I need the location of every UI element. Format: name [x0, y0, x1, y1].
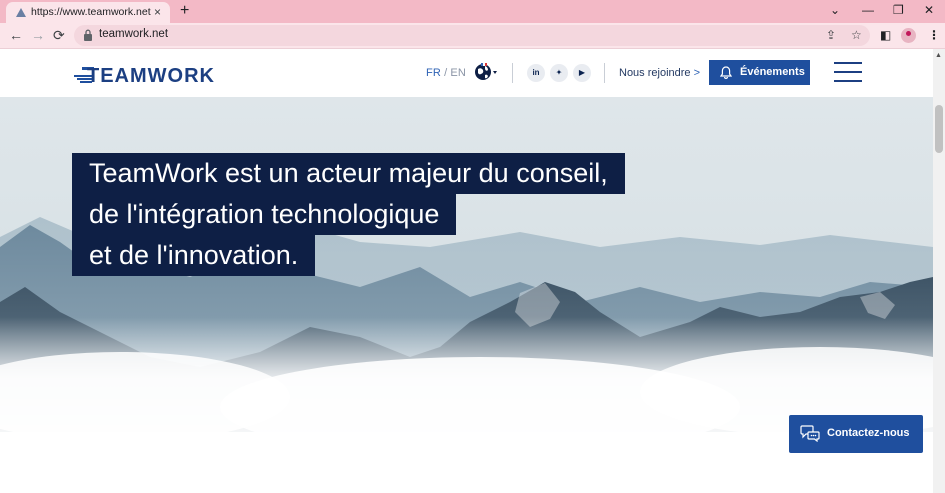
profile-avatar[interactable] [901, 28, 916, 43]
hero-section: TeamWork est un acteur majeur du conseil… [0, 97, 933, 493]
browser-toolbar: ← → ⟳ teamwork.net ⇪ ☆ ◧ ⋮ [0, 23, 945, 49]
tab-search-chevron-icon[interactable]: ⌄ [830, 3, 840, 17]
lock-icon [84, 29, 92, 41]
new-tab-button[interactable]: + [180, 2, 189, 20]
page-scrollbar[interactable]: ▲ [933, 49, 945, 493]
side-panel-icon[interactable]: ◧ [880, 27, 891, 43]
youtube-icon[interactable]: ▶ [573, 64, 591, 82]
share-icon[interactable]: ⇪ [826, 27, 836, 43]
header-divider [604, 63, 605, 83]
headline-line-2: de l'intégration technologique [72, 194, 457, 235]
bookmark-star-icon[interactable]: ☆ [851, 27, 862, 43]
close-window-button[interactable]: ✕ [924, 3, 934, 17]
back-button[interactable]: ← [9, 27, 23, 43]
hero-headline: TeamWork est un acteur majeur du conseil… [72, 153, 625, 276]
browser-tabstrip: https://www.teamwork.net × + ⌄ — ❐ ✕ [0, 0, 945, 23]
chat-bubbles-icon [800, 425, 820, 442]
brand-text: TEAMWORK [87, 65, 215, 85]
linkedin-icon[interactable]: in [527, 64, 545, 82]
scroll-thumb[interactable] [935, 105, 943, 153]
bell-icon [720, 66, 732, 79]
events-label: Événements [740, 66, 805, 78]
header-divider [512, 63, 513, 83]
nous-rejoindre-link[interactable]: Nous rejoindre > [619, 67, 700, 79]
address-bar[interactable]: teamwork.net ⇪ ☆ [74, 25, 870, 46]
menu-hamburger-icon[interactable] [834, 62, 862, 82]
site-favicon-icon [16, 8, 26, 17]
restore-button[interactable]: ❐ [893, 3, 904, 17]
join-arrow: > [693, 67, 701, 79]
join-label: Nous rejoindre [619, 67, 691, 79]
forward-button[interactable]: → [31, 27, 45, 43]
teamwork-logo[interactable]: TEAMWORK [74, 63, 246, 85]
lang-en-link[interactable]: EN [450, 67, 466, 79]
events-button[interactable]: Événements [709, 60, 810, 85]
contact-label: Contactez-nous [827, 427, 910, 439]
tab-title: https://www.teamwork.net [31, 6, 151, 18]
minimize-button[interactable]: — [862, 3, 874, 17]
more-menu-icon[interactable]: ⋮ [928, 27, 940, 43]
globe-region-icon[interactable] [474, 63, 498, 81]
language-switcher: FR / EN [426, 67, 466, 79]
scroll-up-arrow-icon[interactable]: ▲ [935, 52, 942, 60]
url-text: teamwork.net [99, 28, 169, 40]
contact-button[interactable]: Contactez-nous [789, 415, 923, 453]
lang-separator: / [444, 67, 448, 79]
headline-line-1: TeamWork est un acteur majeur du conseil… [72, 153, 625, 194]
site-header: TEAMWORK FR / EN in ✦ ▶ Nous rejoindre > É… [0, 49, 933, 97]
twitter-icon[interactable]: ✦ [550, 64, 568, 82]
lang-fr-link[interactable]: FR [426, 67, 441, 79]
reload-button[interactable]: ⟳ [53, 27, 65, 43]
headline-line-3: et de l'innovation. [72, 235, 316, 276]
browser-tab[interactable]: https://www.teamwork.net × [6, 2, 170, 23]
tab-close-icon[interactable]: × [154, 5, 161, 19]
